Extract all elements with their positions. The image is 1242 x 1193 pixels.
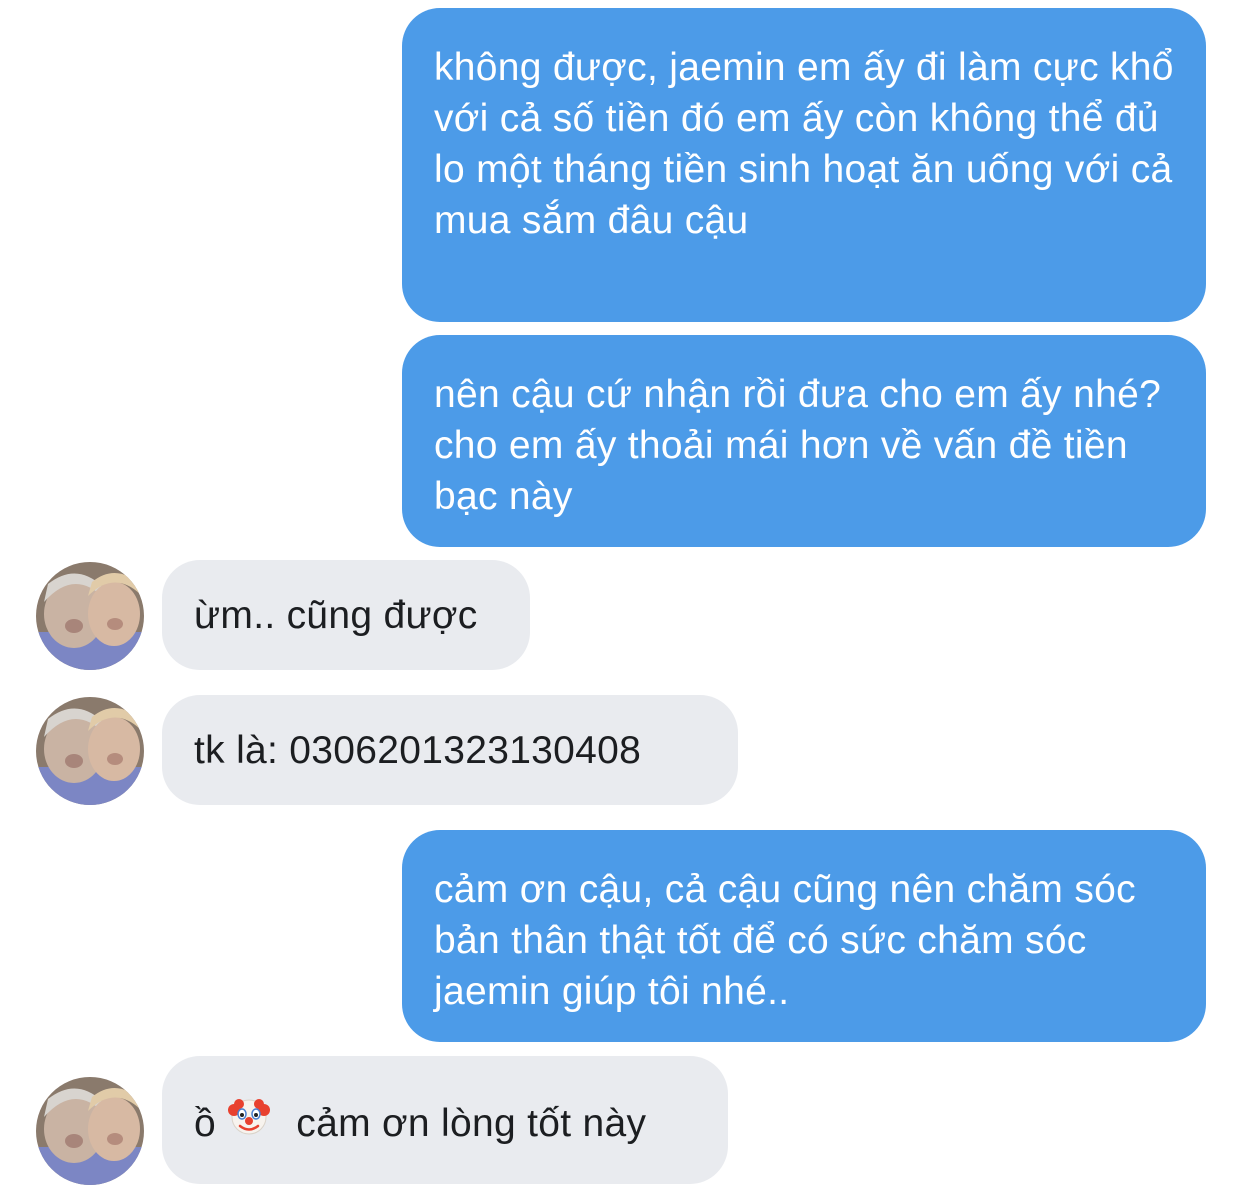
- contact-avatar[interactable]: [36, 562, 144, 670]
- message-text: ừm.. cũng được: [194, 594, 478, 637]
- message-text: không được, jaemin em ấy đi làm cực khổ …: [434, 46, 1174, 242]
- contact-avatar[interactable]: [36, 697, 144, 805]
- message-text: ồ: [194, 1102, 216, 1145]
- message-text: cảm ơn lòng tốt này: [296, 1102, 647, 1145]
- contact-avatar[interactable]: [36, 1077, 144, 1185]
- message-bubble-received[interactable]: ừm.. cũng được: [162, 560, 530, 670]
- message-text: nên cậu cứ nhận rồi đưa cho em ấy nhé? c…: [434, 373, 1162, 518]
- message-bubble-received[interactable]: tk là: 0306201323130408: [162, 695, 738, 805]
- message-bubble-sent[interactable]: cảm ơn cậu, cả cậu cũng nên chăm sóc bản…: [402, 830, 1206, 1042]
- message-text: tk là: 0306201323130408: [194, 729, 642, 772]
- clown-face-icon: [227, 1094, 271, 1151]
- message-text: cảm ơn cậu, cả cậu cũng nên chăm sóc bản…: [434, 868, 1136, 1013]
- message-bubble-sent[interactable]: nên cậu cứ nhận rồi đưa cho em ấy nhé? c…: [402, 335, 1206, 547]
- message-bubble-received[interactable]: ồ cảm ơn lòng tốt này: [162, 1056, 728, 1184]
- message-bubble-sent[interactable]: không được, jaemin em ấy đi làm cực khổ …: [402, 8, 1206, 322]
